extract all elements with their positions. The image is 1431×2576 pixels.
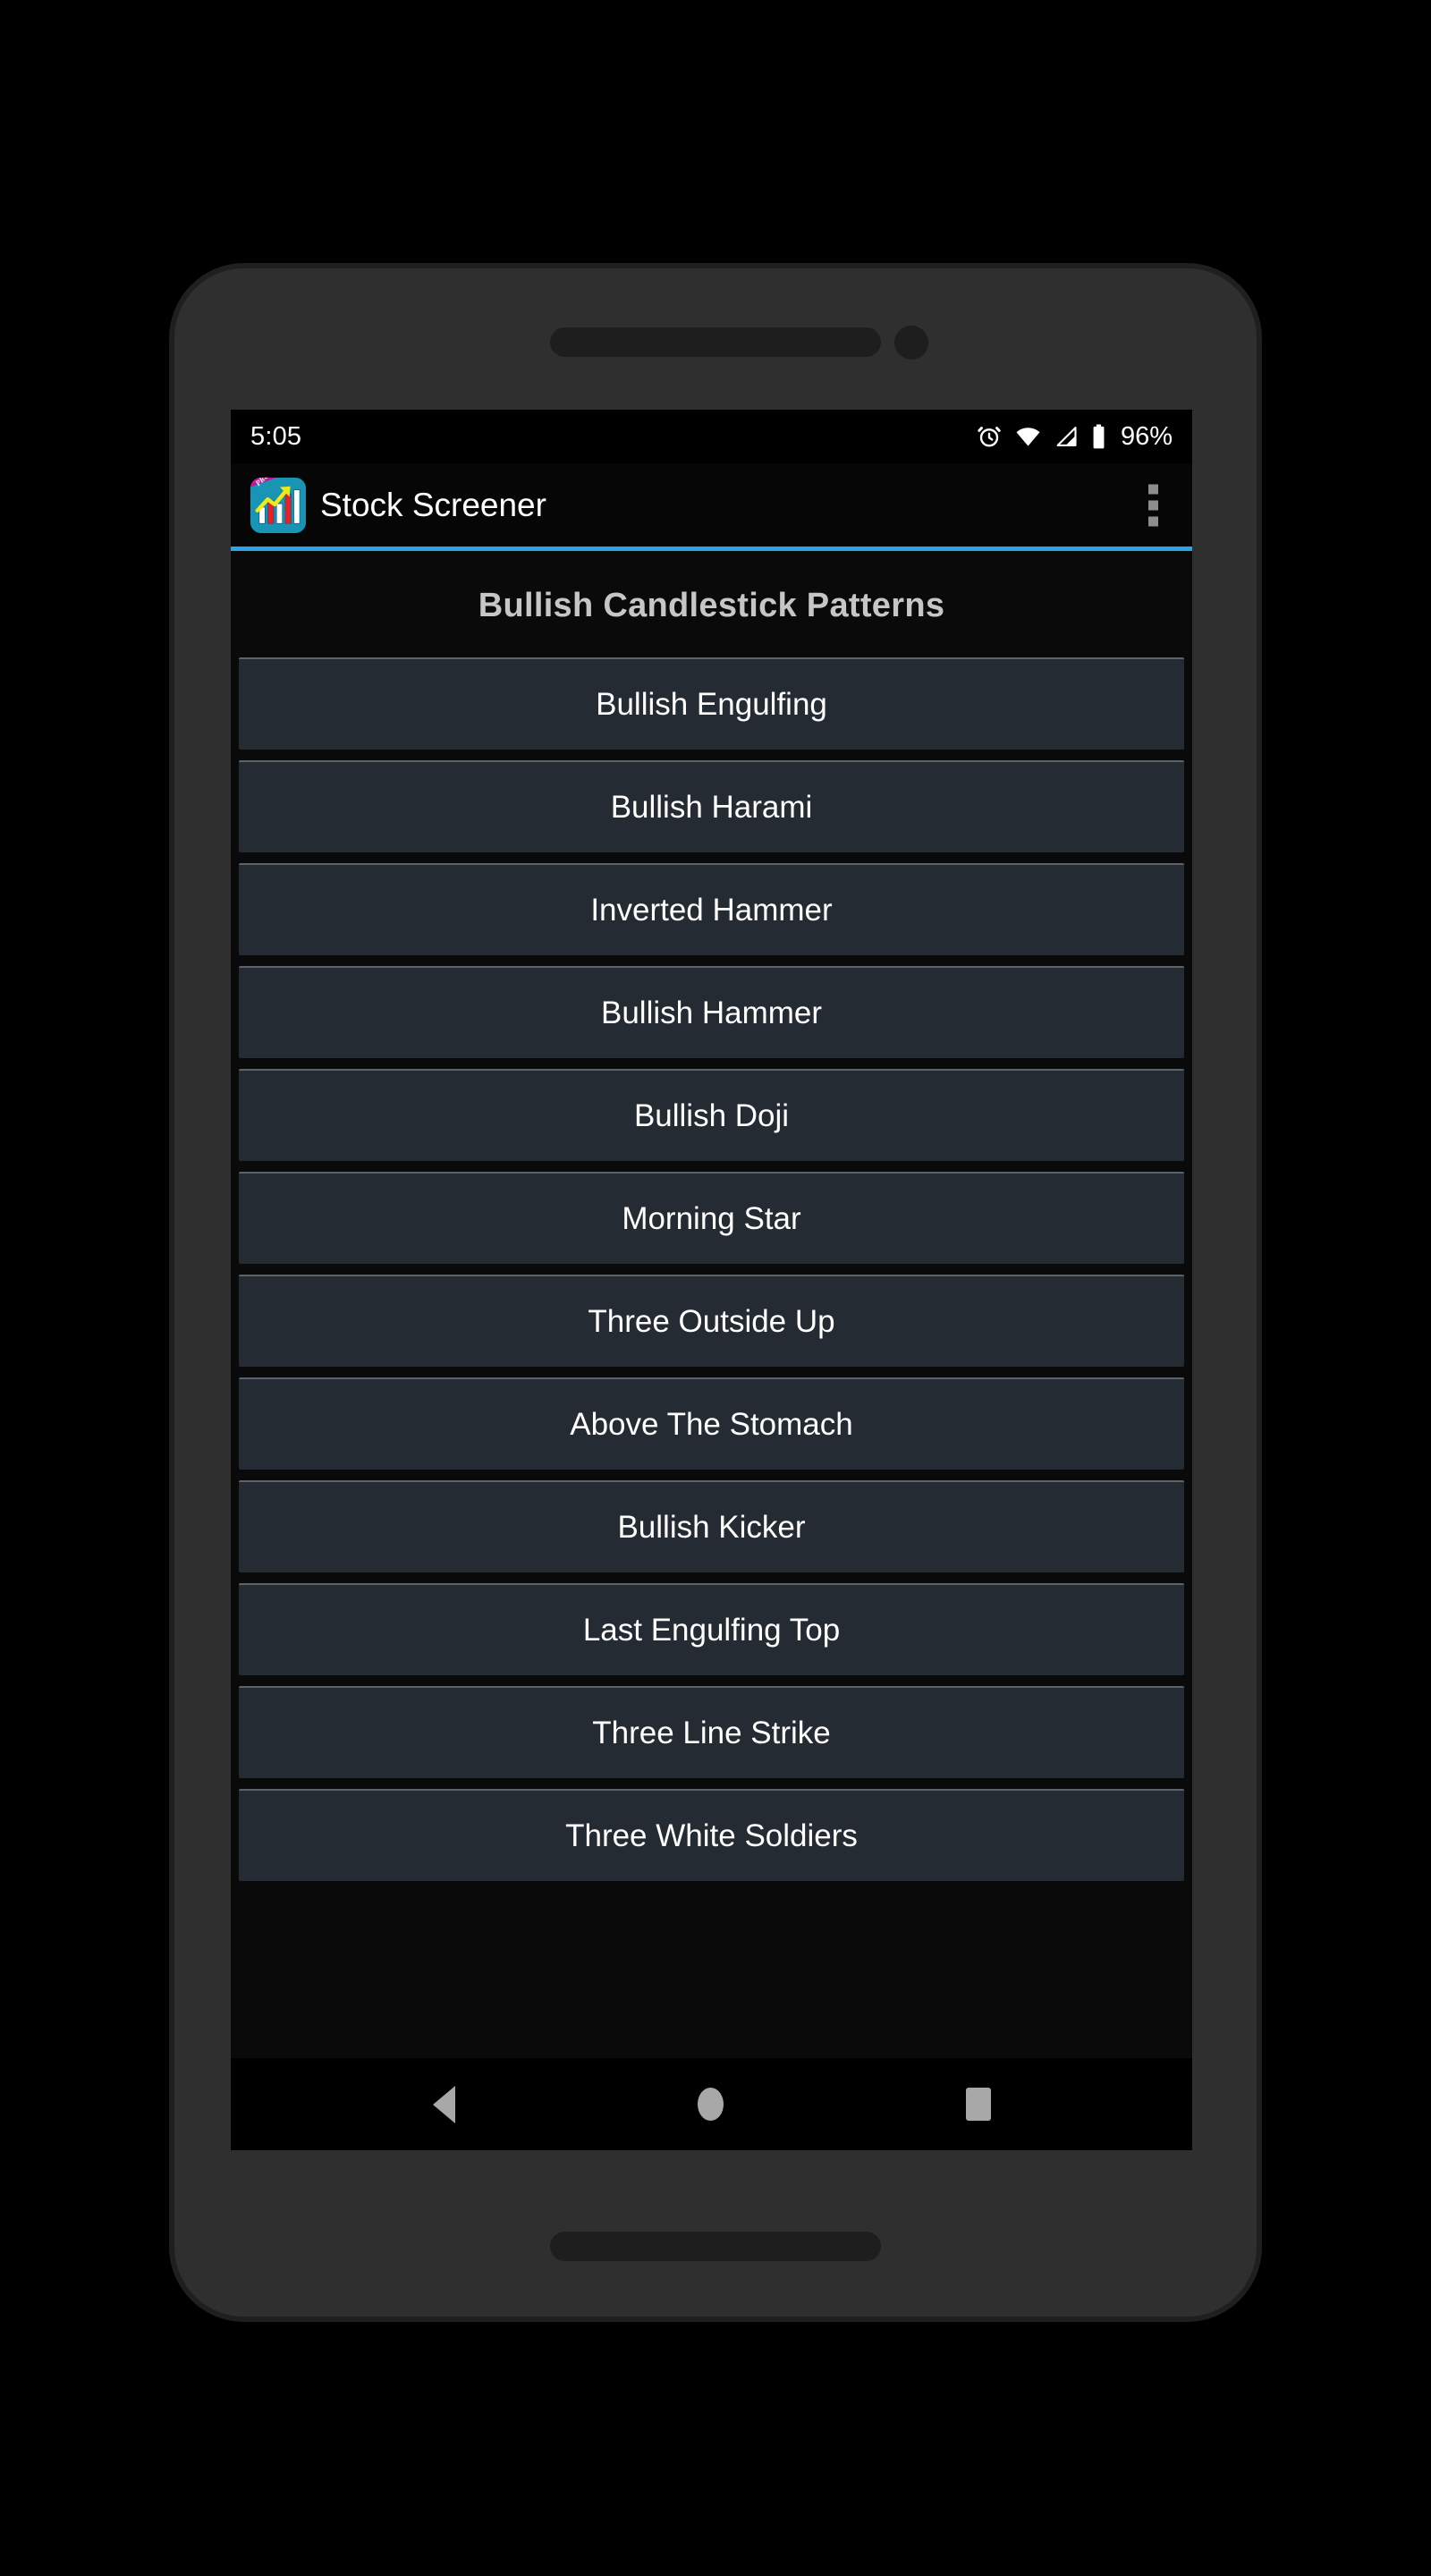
phone-top-bezel (174, 268, 1257, 407)
cellular-signal-icon (1054, 423, 1079, 450)
overflow-dot (1148, 500, 1158, 510)
main-content: Bullish Candlestick Patterns Bullish Eng… (231, 551, 1192, 2058)
app-title: Stock Screener (320, 486, 546, 523)
back-triangle-icon[interactable] (432, 2085, 455, 2123)
pattern-list: Bullish Engulfing Bullish Harami Inverte… (231, 657, 1192, 1881)
status-bar-icons: 96% (976, 422, 1173, 452)
stock-screener-app-icon: PRO (250, 477, 306, 533)
list-item-label: Three Outside Up (588, 1303, 835, 1339)
list-item-label: Bullish Harami (610, 789, 813, 825)
list-item-label: Three Line Strike (592, 1715, 831, 1750)
list-item[interactable]: Three White Soldiers (239, 1789, 1184, 1881)
list-item-label: Above The Stomach (570, 1406, 853, 1442)
list-item[interactable]: Bullish Hammer (239, 966, 1184, 1058)
front-camera-lens (894, 326, 928, 360)
status-bar: 5:05 96% (231, 410, 1192, 463)
list-item-label: Last Engulfing Top (582, 1612, 841, 1648)
list-item-label: Morning Star (622, 1200, 801, 1236)
list-item-label: Bullish Doji (633, 1097, 790, 1133)
list-item[interactable]: Morning Star (239, 1172, 1184, 1264)
list-item[interactable]: Bullish Doji (239, 1069, 1184, 1161)
app-bar: PRO Stock Screener (231, 463, 1192, 547)
list-item-label: Three White Soldiers (565, 1818, 858, 1853)
battery-percent-label: 96% (1120, 421, 1173, 451)
overflow-menu-icon[interactable] (1143, 479, 1164, 531)
list-item[interactable]: Bullish Harami (239, 760, 1184, 852)
wifi-icon (1014, 423, 1042, 450)
phone-device-frame: 5:05 96% PRO Stock Screener Bullish Cand… (174, 268, 1257, 2317)
list-item[interactable]: Inverted Hammer (239, 863, 1184, 955)
phone-screen: 5:05 96% PRO Stock Screener Bullish Cand… (231, 410, 1192, 2150)
android-navigation-bar (231, 2058, 1192, 2150)
list-item-label: Bullish Engulfing (596, 686, 827, 722)
battery-icon (1090, 423, 1107, 451)
earpiece-speaker-grille (550, 327, 881, 357)
list-item[interactable]: Three Outside Up (239, 1275, 1184, 1367)
list-item[interactable]: Last Engulfing Top (239, 1583, 1184, 1675)
overflow-dot (1148, 484, 1158, 494)
home-circle-icon[interactable] (697, 2088, 724, 2121)
list-item[interactable]: Above The Stomach (239, 1377, 1184, 1470)
overflow-dot (1148, 516, 1158, 526)
bottom-speaker-grille (550, 2232, 881, 2261)
list-item-label: Inverted Hammer (590, 892, 833, 928)
status-bar-clock: 5:05 (250, 421, 302, 451)
list-item-label: Bullish Hammer (601, 995, 822, 1030)
list-item[interactable]: Bullish Kicker (239, 1480, 1184, 1572)
recents-square-icon[interactable] (965, 2088, 991, 2121)
alarm-icon (976, 423, 1003, 450)
list-item[interactable]: Bullish Engulfing (239, 657, 1184, 750)
page-title: Bullish Candlestick Patterns (478, 587, 945, 624)
list-item-label: Bullish Kicker (617, 1509, 806, 1545)
list-item[interactable]: Three Line Strike (239, 1686, 1184, 1778)
